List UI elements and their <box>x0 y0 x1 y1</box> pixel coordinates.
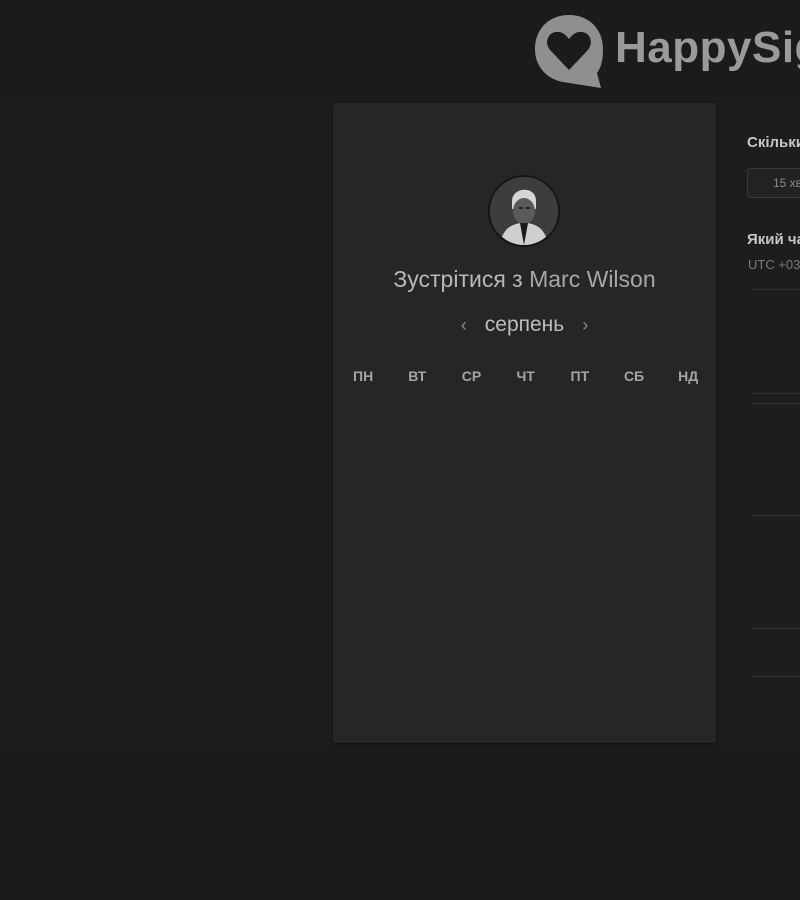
weekday-header: ПН ВТ СР ЧТ ПТ СБ НД <box>336 368 716 384</box>
divider <box>752 289 800 290</box>
weekday-sun: НД <box>678 368 699 384</box>
divider <box>752 676 800 677</box>
duration-select[interactable]: 15 хв <box>747 168 800 198</box>
chevron-left-icon[interactable]: ‹ <box>453 312 475 338</box>
divider <box>752 515 800 516</box>
timezone-label: Який ча <box>747 231 800 248</box>
weekday-wed: СР <box>461 368 482 384</box>
happysig-logo[interactable]: HappySig <box>533 11 800 91</box>
weekday-mon: ПН <box>353 368 374 384</box>
divider <box>752 628 800 629</box>
current-month: серпень <box>484 313 565 336</box>
divider <box>752 393 800 394</box>
month-navigation: ‹ серпень › <box>333 312 716 338</box>
divider <box>752 403 800 404</box>
weekday-fri: ПТ <box>570 368 590 384</box>
weekday-thu: ЧТ <box>516 368 535 384</box>
host-name: Marc Wilson <box>529 266 656 292</box>
page-footer-area <box>0 745 800 900</box>
meeting-title: Зустрітися з Marc Wilson <box>333 266 716 293</box>
timezone-select[interactable]: UTC +03 <box>748 257 800 272</box>
options-panel: Скільки 15 хв Який ча UTC +03 <box>716 103 800 743</box>
avatar <box>488 175 560 247</box>
heart-bubble-icon <box>535 15 603 88</box>
weekday-sat: СБ <box>623 368 645 384</box>
title-prefix: Зустрітися з <box>393 266 523 292</box>
duration-label: Скільки <box>747 134 800 151</box>
brand-name: HappySig <box>615 23 800 72</box>
chevron-right-icon[interactable]: › <box>574 312 596 338</box>
weekday-tue: ВТ <box>408 368 427 384</box>
booking-card: Зустрітися з Marc Wilson ‹ серпень › ПН … <box>333 103 716 743</box>
